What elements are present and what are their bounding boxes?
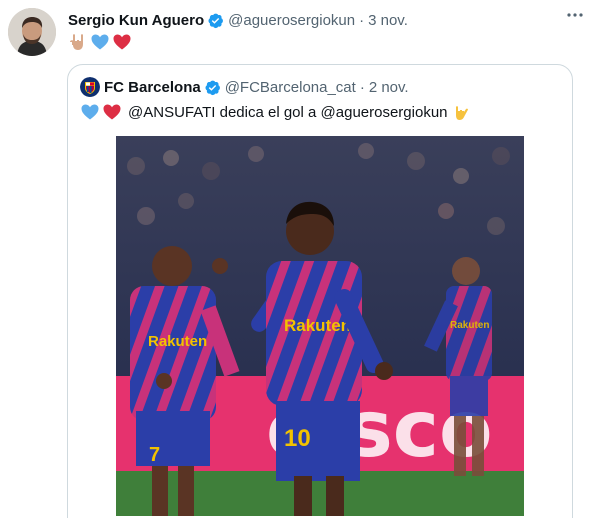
more-options-icon[interactable]: [563, 6, 587, 24]
blue-heart-emoji: [80, 102, 100, 122]
separator-dot: ·: [359, 11, 365, 29]
verified-badge-icon: [204, 79, 221, 96]
tweet-card[interactable]: Sergio Kun Aguero @aguerosergiokun · 3 n…: [0, 0, 597, 518]
quoted-tweet-text: @ANSUFATI dedica el gol a @aguerosergiok…: [128, 103, 448, 121]
red-heart-emoji: [112, 32, 132, 52]
blue-heart-emoji: [90, 32, 110, 52]
quoted-tweet-date[interactable]: 2 nov.: [369, 79, 409, 96]
tweet-header: Sergio Kun Aguero @aguerosergiokun · 3 n…: [68, 10, 583, 30]
fc-barcelona-crest-avatar[interactable]: [80, 77, 100, 97]
photo-sponsor-3: Rakuten: [450, 320, 489, 331]
author-avatar[interactable]: [8, 8, 56, 56]
photo-sponsor-1: Rakuten: [148, 333, 207, 350]
red-heart-emoji: [102, 102, 122, 122]
quoted-tweet[interactable]: FC Barcelona @FCBarcelona_cat · 2 nov. @…: [67, 64, 573, 518]
rock-hand-emoji: [68, 32, 88, 52]
quoted-tweet-header: FC Barcelona @FCBarcelona_cat · 2 nov.: [80, 77, 409, 97]
quoted-author-name[interactable]: FC Barcelona: [104, 79, 201, 96]
verified-badge-icon: [207, 12, 224, 29]
photo-shirt-number-center: 10: [284, 425, 311, 452]
quoted-tweet-text-row: @ANSUFATI dedica el gol a @aguerosergiok…: [80, 101, 474, 123]
author-name[interactable]: Sergio Kun Aguero: [68, 12, 204, 29]
tweet-date[interactable]: 3 nov.: [368, 12, 408, 29]
tweet-photo[interactable]: olsco Rakuten Rakuten 7 Rakuten 10: [116, 136, 524, 516]
photo-shirt-number-left: 7: [149, 444, 160, 466]
separator-dot: ·: [359, 78, 365, 96]
quoted-author-handle[interactable]: @FCBarcelona_cat: [225, 79, 356, 96]
tweet-text: [68, 32, 132, 52]
call-me-hand-emoji: [452, 102, 472, 122]
author-handle[interactable]: @aguerosergiokun: [228, 12, 355, 29]
photo-sponsor-2: Rakuten: [284, 316, 351, 335]
